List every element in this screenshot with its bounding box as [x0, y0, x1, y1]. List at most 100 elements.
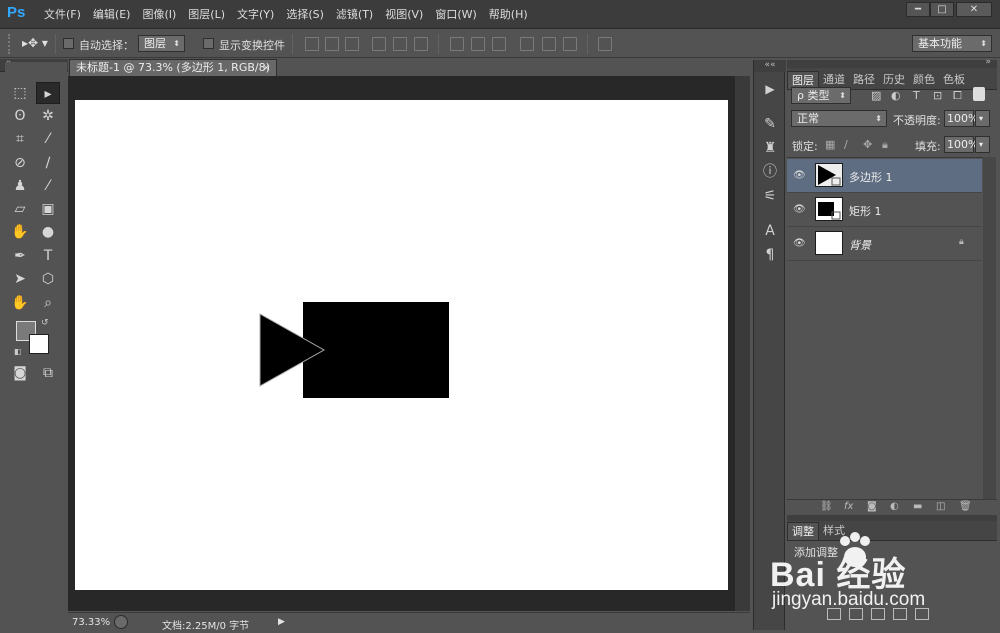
gradient-tool-icon[interactable]: ▣ [36, 198, 60, 220]
align-vcenter-icon[interactable] [325, 37, 339, 51]
document-tab[interactable]: 未标题-1 @ 73.3% (多边形 1, RGB/8) * × [69, 59, 277, 89]
magic-wand-tool-icon[interactable]: ✲ [36, 105, 60, 127]
align-left-icon[interactable] [372, 37, 386, 51]
align-right-icon[interactable] [414, 37, 428, 51]
screen-mode-icon[interactable]: ⧉ [36, 362, 60, 384]
distribute-left-icon[interactable] [520, 37, 534, 51]
opacity-input[interactable]: 100% [944, 110, 978, 127]
align-top-icon[interactable] [305, 37, 319, 51]
dodge-tool-icon[interactable]: ● [36, 221, 60, 243]
new-group-icon[interactable]: ▬ [913, 501, 922, 512]
menu-help[interactable]: 帮助(H) [483, 0, 534, 29]
distribute-hcenter-icon[interactable] [542, 37, 556, 51]
visibility-eye-icon[interactable]: 👁︎ [793, 238, 806, 250]
layer-row[interactable]: 👁︎ 矩形 1 [787, 193, 982, 227]
auto-align-icon[interactable] [598, 37, 612, 51]
vertical-scrollbar[interactable] [735, 76, 750, 611]
tab-color[interactable]: 颜色 [909, 71, 939, 89]
tab-close-icon[interactable]: × [262, 60, 271, 75]
lock-pixels-icon[interactable]: ∕ [844, 138, 848, 151]
triangle-shape[interactable] [258, 312, 328, 390]
polygon-tool-icon[interactable]: ⬡ [36, 268, 60, 290]
menu-image[interactable]: 图像(I) [136, 0, 182, 29]
lock-transparent-icon[interactable]: ▦ [825, 138, 835, 151]
fill-slider-button[interactable]: ▾ [975, 136, 990, 153]
panel-collapse-icon[interactable]: » [985, 57, 991, 67]
menu-view[interactable]: 视图(V) [379, 0, 429, 29]
lasso-tool-icon[interactable]: ʘ [8, 105, 32, 127]
distribute-top-icon[interactable] [450, 37, 464, 51]
close-button[interactable]: ✕ [956, 2, 992, 17]
zoom-tool-icon[interactable]: ⌕ [36, 292, 60, 314]
layers-scrollbar[interactable] [983, 157, 996, 499]
blend-mode-dropdown[interactable]: 正常 ⬍ [791, 110, 887, 127]
menu-select[interactable]: 选择(S) [280, 0, 330, 29]
filter-shape-icon[interactable]: ⊡ [933, 89, 942, 102]
eraser-tool-icon[interactable]: ▱ [8, 198, 32, 220]
link-layers-icon[interactable]: ⛓ [820, 501, 833, 512]
clone-stamp-tool-icon[interactable]: ♟ [8, 175, 32, 197]
filter-adjustment-icon[interactable]: ◐ [891, 89, 901, 102]
show-transform-checkbox[interactable] [203, 38, 214, 49]
type-tool-icon[interactable]: T [36, 245, 60, 267]
status-menu-arrow-icon[interactable]: ▶ [278, 615, 288, 629]
layer-row[interactable]: 👁︎ 背景 🔒︎ [787, 227, 982, 261]
layer-row[interactable]: 👁︎ 多边形 1 [787, 159, 982, 193]
eyedropper-tool-icon[interactable]: ⁄ [36, 128, 60, 150]
tab-paths[interactable]: 路径 [849, 71, 879, 89]
new-layer-icon[interactable]: ◫ [936, 501, 945, 512]
auto-select-dropdown[interactable]: 图层 ⬍ [138, 35, 185, 52]
character-panel-icon[interactable]: A [759, 220, 781, 242]
hand-tool-icon[interactable]: ✋ [8, 292, 32, 314]
move-tool-icon[interactable]: ▸ [36, 82, 60, 104]
history-brush-tool-icon[interactable]: ⁄ [36, 175, 60, 197]
minimize-button[interactable]: ━ [906, 2, 930, 17]
visibility-eye-icon[interactable]: 👁︎ [793, 170, 806, 182]
restore-button[interactable]: □ [930, 2, 954, 17]
options-grip[interactable] [8, 34, 12, 54]
fill-input[interactable]: 100% [944, 136, 978, 153]
tab-swatches[interactable]: 色板 [939, 71, 969, 89]
quick-mask-icon[interactable]: ◙ [8, 362, 32, 384]
dock-collapse-icon[interactable]: «« [754, 60, 786, 72]
filter-toggle-icon[interactable] [973, 87, 985, 101]
menu-window[interactable]: 窗口(W) [429, 0, 482, 29]
pen-tool-icon[interactable]: ✒ [8, 245, 32, 267]
align-hcenter-icon[interactable] [393, 37, 407, 51]
delete-layer-icon[interactable]: 🗑︎ [959, 501, 972, 512]
menu-layer[interactable]: 图层(L) [182, 0, 231, 29]
paragraph-panel-icon[interactable]: ¶ [759, 244, 781, 266]
layer-filter-dropdown[interactable]: ρ 类型 ⬍ [791, 87, 851, 104]
auto-select-checkbox[interactable] [63, 38, 74, 49]
document-profile-icon[interactable] [114, 615, 128, 629]
crop-tool-icon[interactable]: ⌗ [8, 128, 32, 150]
blur-tool-icon[interactable]: ✋ [8, 221, 32, 243]
new-adjustment-icon[interactable]: ◐ [890, 501, 899, 512]
menu-type[interactable]: 文字(Y) [231, 0, 280, 29]
menu-edit[interactable]: 编辑(E) [87, 0, 137, 29]
filter-pixel-icon[interactable]: ▨ [871, 89, 881, 102]
filter-type-icon[interactable]: T [913, 89, 920, 102]
tab-history[interactable]: 历史 [879, 71, 909, 89]
move-tool-preset-icon[interactable]: ▸✥ ▾ [22, 36, 48, 50]
adjustments-icon[interactable]: ⚟ [759, 185, 781, 207]
menu-file[interactable]: 文件(F) [38, 0, 87, 29]
healing-brush-tool-icon[interactable]: ⊘ [8, 152, 32, 174]
menu-filter[interactable]: 滤镜(T) [330, 0, 379, 29]
distribute-bottom-icon[interactable] [492, 37, 506, 51]
workspace-dropdown[interactable]: 基本功能 ⬍ [912, 35, 992, 52]
visibility-eye-icon[interactable]: 👁︎ [793, 204, 806, 216]
play-action-icon[interactable]: ▶ [759, 78, 781, 100]
background-color-swatch[interactable] [29, 334, 49, 354]
marquee-tool-icon[interactable]: ⬚ [8, 82, 32, 104]
zoom-level[interactable]: 73.33% [72, 617, 110, 628]
distribute-vcenter-icon[interactable] [471, 37, 485, 51]
distribute-right-icon[interactable] [563, 37, 577, 51]
brush-tool-icon[interactable]: ∕ [36, 152, 60, 174]
swap-colors-icon[interactable]: ↺ [41, 318, 49, 328]
clone-source-icon[interactable]: ♜ [759, 137, 781, 159]
tool-preset-icon[interactable]: ✎ [759, 113, 781, 135]
layer-style-icon[interactable]: fx [844, 501, 853, 512]
filter-smart-object-icon[interactable]: ⧠ [953, 89, 962, 103]
opacity-slider-button[interactable]: ▾ [975, 110, 990, 127]
